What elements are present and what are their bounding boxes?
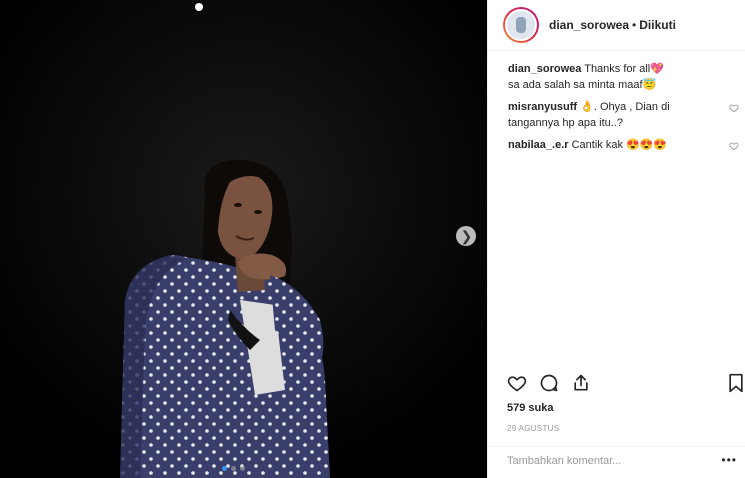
header-username[interactable]: dian_sorowea [549, 18, 629, 32]
like-count[interactable]: 579 suka [507, 402, 553, 414]
carousel-dot [240, 466, 245, 471]
post-date[interactable]: 29 AGUSTUS [507, 424, 559, 433]
comment-username[interactable]: dian_sorowea [508, 63, 581, 75]
instagram-post-modal: ❯ dian_sorowea • Diikuti dian_sorowea Than… [0, 0, 745, 478]
bookmark-icon[interactable] [727, 373, 745, 393]
comment-username[interactable]: nabilaa_.e.r [508, 139, 569, 151]
header-separator: • [632, 18, 637, 32]
more-icon[interactable]: ••• [721, 453, 737, 467]
chevron-right-icon: ❯ [460, 228, 473, 244]
next-slide-button[interactable]: ❯ [456, 226, 476, 246]
caption: dian_sorowea Thanks for all💖 sa ada sala… [508, 61, 745, 93]
comment-username[interactable]: misranyusuff [508, 101, 577, 113]
comment-item: nabilaa_.e.r Cantik kak 😍😍😍 [508, 137, 745, 153]
comment-item: misranyusuff 👌. Ohya , Dian di tangannya… [508, 99, 745, 131]
comment-text: Thanks for all [584, 63, 651, 75]
like-comment-heart-icon[interactable] [729, 103, 739, 113]
follow-status[interactable]: Diikuti [639, 18, 676, 32]
header-text: dian_sorowea • Diikuti [549, 18, 676, 32]
avatar-story-ring[interactable] [503, 7, 539, 43]
like-comment-heart-icon[interactable] [729, 141, 739, 151]
sparkling-heart-emoji: 💖 [650, 63, 664, 75]
comment-list: dian_sorowea Thanks for all💖 sa ada sala… [488, 51, 745, 153]
halo-emoji: 😇 [642, 79, 657, 91]
moon-light [195, 3, 203, 11]
avatar[interactable] [505, 9, 537, 41]
carousel-indicator [222, 466, 245, 471]
comment-text: Cantik kak 😍😍😍 [571, 139, 668, 151]
post-header: dian_sorowea • Diikuti [488, 0, 745, 51]
carousel-dot [231, 466, 236, 471]
post-photo[interactable]: ❯ [0, 0, 487, 478]
comment-text-line2: sa ada salah sa minta maaf [508, 79, 643, 91]
post-actions [507, 373, 745, 399]
comment-icon[interactable] [539, 373, 559, 393]
photo-illustration [0, 0, 487, 478]
carousel-dot-active [222, 466, 227, 471]
share-icon[interactable] [571, 373, 591, 393]
add-comment-bar: ••• [487, 446, 745, 478]
heart-icon[interactable] [507, 373, 527, 393]
add-comment-input[interactable] [507, 455, 717, 467]
